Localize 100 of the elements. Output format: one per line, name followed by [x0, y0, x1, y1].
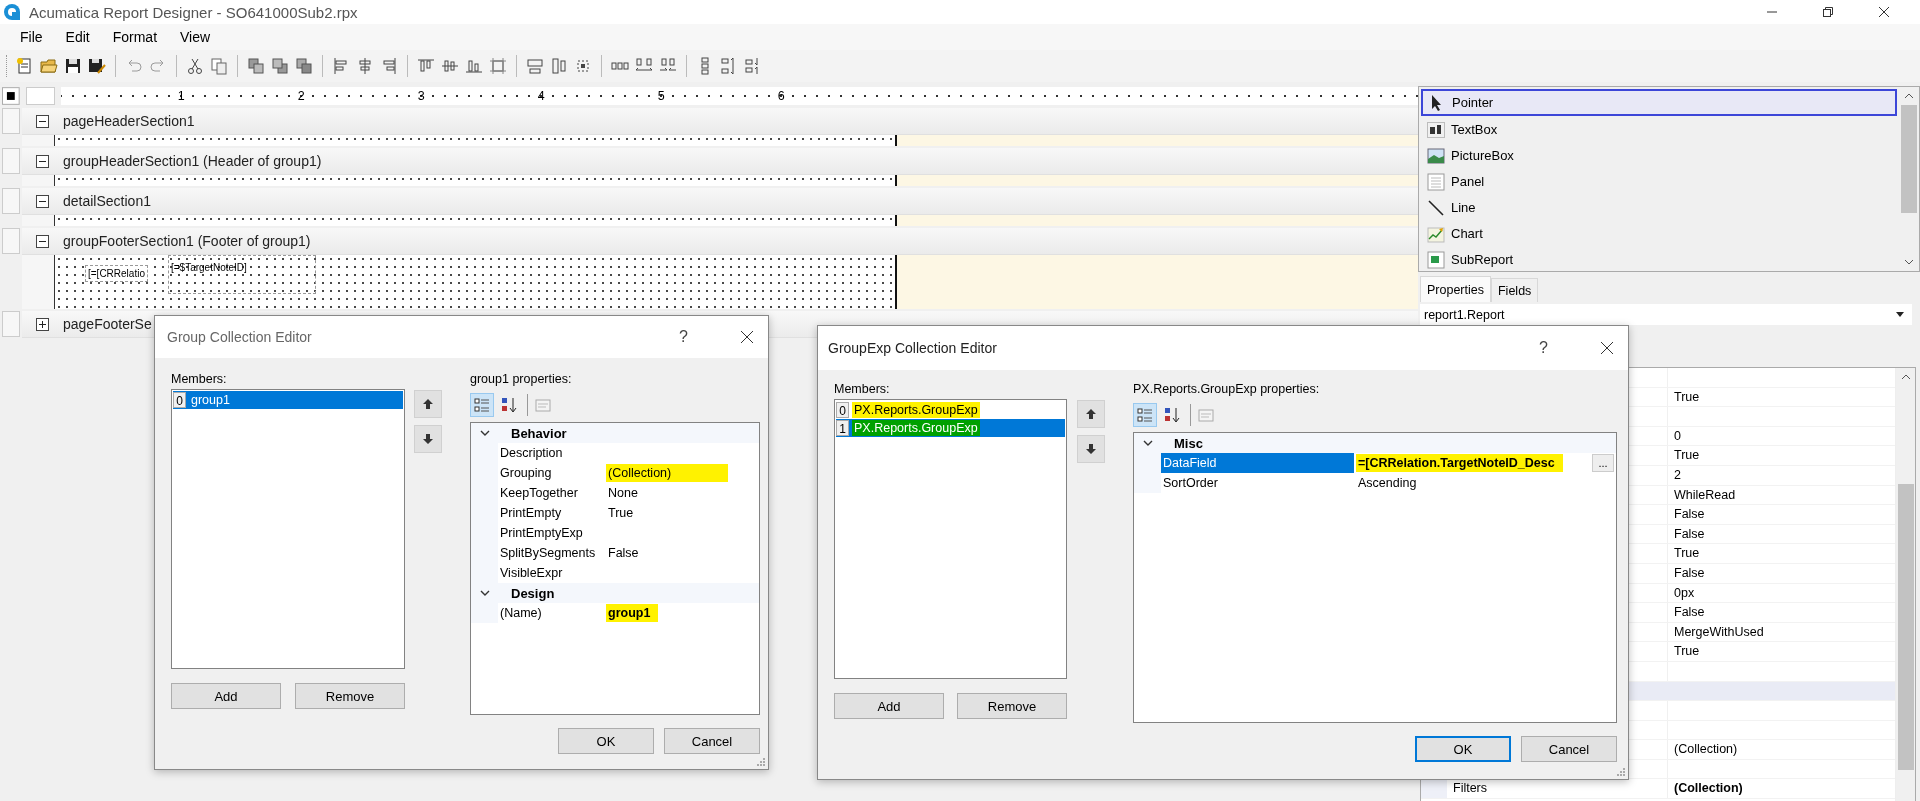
property-name[interactable]: PrintEmpty: [498, 503, 604, 523]
property-value[interactable]: None: [606, 484, 640, 502]
property-value[interactable]: True: [1668, 387, 1895, 407]
property-value[interactable]: False: [1668, 524, 1895, 544]
toolbox-item[interactable]: Line: [1421, 195, 1897, 220]
new-report-icon[interactable]: [16, 57, 34, 75]
toolbox-item[interactable]: Pointer: [1421, 89, 1897, 116]
menu-item[interactable]: View: [180, 29, 211, 45]
property-name[interactable]: SortOrder: [1161, 473, 1354, 493]
list-item[interactable]: 1 PX.Reports.GroupExp: [836, 419, 1065, 437]
property-name[interactable]: SplitBySegments: [498, 543, 604, 563]
close-icon[interactable]: [1878, 6, 1890, 18]
property-name[interactable]: VisibleExpr: [498, 563, 604, 583]
expand-icon[interactable]: [36, 317, 49, 331]
same-size-icon[interactable]: [574, 57, 592, 75]
layers-icon[interactable]: [295, 57, 313, 75]
property-value[interactable]: True: [1668, 446, 1895, 465]
send-to-back-icon[interactable]: [271, 57, 289, 75]
help-button[interactable]: ?: [679, 328, 688, 346]
scrollbar[interactable]: [1895, 368, 1915, 801]
scissors-icon[interactable]: [186, 57, 204, 75]
list-item[interactable]: 0 PX.Reports.GroupExp: [836, 401, 1065, 419]
collapse-icon[interactable]: [36, 154, 49, 168]
property-value[interactable]: MergeWithUsed: [1668, 622, 1895, 642]
property-value[interactable]: False: [1668, 603, 1895, 622]
category-row[interactable]: Design: [471, 583, 759, 603]
property-value[interactable]: (Collection): [1668, 779, 1895, 799]
align-top-icon[interactable]: [417, 57, 435, 75]
property-value[interactable]: WhileRead: [1668, 485, 1895, 505]
button[interactable]: OK: [1415, 736, 1511, 762]
align-grid-icon[interactable]: [489, 57, 507, 75]
button[interactable]: Remove: [295, 683, 405, 709]
button[interactable]: Remove: [957, 693, 1067, 719]
menu-item[interactable]: Edit: [65, 29, 90, 45]
property-value[interactable]: False: [606, 544, 641, 562]
section-handle[interactable]: [2, 108, 20, 134]
move-down-button[interactable]: [1077, 435, 1105, 463]
toolbox-item[interactable]: SubReport: [1421, 247, 1897, 271]
collapse-icon[interactable]: [36, 194, 49, 208]
close-icon[interactable]: [1600, 341, 1614, 355]
menu-item[interactable]: Format: [112, 29, 158, 45]
section-handle[interactable]: [2, 311, 20, 337]
report-field[interactable]: [=[CRRelatio: [85, 265, 148, 282]
tab[interactable]: Properties: [1420, 276, 1491, 302]
property-name[interactable]: PrintEmptyExp: [498, 523, 604, 543]
category-row[interactable]: Behavior: [471, 423, 759, 443]
object-dropdown[interactable]: report1.Report: [1420, 304, 1912, 325]
same-height-icon[interactable]: [550, 57, 568, 75]
bring-to-front-icon[interactable]: [247, 57, 265, 75]
toolbox-item[interactable]: Chart: [1421, 221, 1897, 246]
property-value[interactable]: =[CRRelation.TargetNoteID_Desc: [1356, 454, 1563, 472]
property-value[interactable]: True: [606, 504, 636, 522]
ellipsis-button[interactable]: ...: [1592, 454, 1614, 472]
report-field[interactable]: [=$TargetNoteID]: [167, 255, 316, 294]
property-name[interactable]: Description: [498, 443, 604, 463]
section-header[interactable]: detailSection1: [22, 188, 1418, 215]
property-value[interactable]: 0px: [1668, 583, 1895, 603]
section-handle[interactable]: [2, 148, 20, 174]
property-name[interactable]: DataField: [1161, 453, 1354, 473]
floppy-pen-icon[interactable]: [88, 57, 106, 75]
property-value[interactable]: (Collection): [606, 464, 728, 482]
help-button[interactable]: ?: [1539, 339, 1548, 357]
button[interactable]: OK: [558, 728, 654, 754]
tab[interactable]: Fields: [1491, 278, 1539, 302]
section-handle[interactable]: [2, 188, 20, 214]
copy-icon[interactable]: [210, 57, 228, 75]
menu-item[interactable]: File: [20, 29, 43, 45]
list-item[interactable]: 0 group1: [173, 391, 403, 409]
move-up-button[interactable]: [414, 390, 442, 418]
section-header[interactable]: groupFooterSection1 (Footer of group1): [22, 228, 1418, 255]
button[interactable]: Add: [171, 683, 281, 709]
move-down-button[interactable]: [414, 425, 442, 453]
categorized-button[interactable]: [470, 393, 494, 417]
collapse-icon[interactable]: [36, 114, 49, 128]
property-value[interactable]: 2: [1668, 465, 1895, 485]
category-row[interactable]: Misc: [1134, 433, 1616, 453]
categorized-button[interactable]: [1133, 403, 1157, 427]
property-value[interactable]: group1: [606, 604, 659, 622]
property-value[interactable]: (Collection): [1668, 740, 1895, 759]
section-handle[interactable]: [2, 228, 20, 254]
property-value[interactable]: 0: [1668, 426, 1895, 446]
section-header[interactable]: pageHeaderSection1: [22, 108, 1418, 135]
toolbox-item[interactable]: Panel: [1421, 169, 1897, 194]
property-value[interactable]: True: [1668, 642, 1895, 661]
align-left-icon[interactable]: [332, 57, 350, 75]
property-name[interactable]: (Name): [498, 603, 604, 623]
align-middle-icon[interactable]: [441, 57, 459, 75]
property-name[interactable]: Grouping: [498, 463, 604, 483]
property-value[interactable]: True: [1668, 544, 1895, 563]
toolbox-item[interactable]: PictureBox: [1421, 143, 1897, 168]
property-name[interactable]: KeepTogether: [498, 483, 604, 503]
align-center-icon[interactable]: [356, 57, 374, 75]
close-icon[interactable]: [740, 330, 754, 344]
align-bottom-icon[interactable]: [465, 57, 483, 75]
property-value[interactable]: Ascending: [1356, 474, 1419, 492]
collapse-icon[interactable]: [36, 234, 49, 248]
property-value[interactable]: False: [1668, 505, 1895, 524]
section-header[interactable]: groupHeaderSection1 (Header of group1): [22, 148, 1418, 175]
button[interactable]: Cancel: [664, 728, 760, 754]
move-up-button[interactable]: [1077, 400, 1105, 428]
